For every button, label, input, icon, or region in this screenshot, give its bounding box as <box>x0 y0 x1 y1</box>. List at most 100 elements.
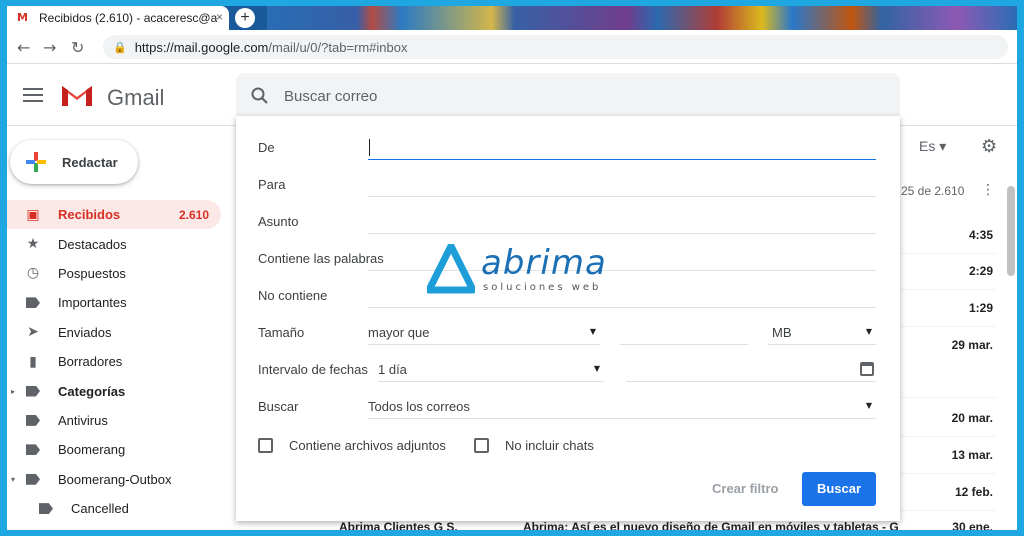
sidebar-item-label: Importantes <box>58 295 127 311</box>
size-unit-value: MB <box>772 325 792 340</box>
draft-icon: ▮ <box>29 353 37 370</box>
collapse-caret-icon[interactable]: ▾ <box>11 475 15 484</box>
dropdown-arrow-icon: ▼ <box>865 327 872 336</box>
date-range-value: 1 día <box>378 362 407 377</box>
sidebar-item-label: Boomerang <box>58 442 126 458</box>
compose-label: Redactar <box>62 154 118 170</box>
mail-date: 30 ene. <box>946 520 993 530</box>
search-in-label: Buscar <box>258 399 299 414</box>
dropdown-arrow-icon: ▼ <box>593 364 600 373</box>
subject-field[interactable] <box>368 210 876 234</box>
compose-button[interactable]: Redactar <box>10 140 138 184</box>
star-icon: ★ <box>26 236 40 253</box>
label-icon <box>24 383 42 399</box>
size-value-field[interactable] <box>620 321 748 345</box>
language-selector[interactable]: Es ▾ <box>919 138 946 155</box>
from-label: De <box>258 140 275 155</box>
mail-date: 2:29 <box>968 264 993 278</box>
from-input[interactable] <box>368 136 876 158</box>
pagination-text: 25 de 2.610 <box>901 184 965 198</box>
search-icon[interactable] <box>250 86 270 106</box>
browser-tab[interactable]: M Recibidos (2.610) - acaceresc@a × <box>7 6 229 30</box>
label-icon <box>24 442 42 458</box>
more-options-icon[interactable]: ⋮ <box>981 182 995 198</box>
date-range-select[interactable]: 1 día ▼ <box>378 358 604 382</box>
sidebar-item-label: Cancelled <box>71 501 129 517</box>
forward-icon[interactable]: → <box>43 38 56 57</box>
nav-list: ▣ Recibidos 2.610 ★ Destacados ◷ Pospues… <box>7 200 229 523</box>
address-bar: ← → ↻ 🔒 https://mail.google.com/mail/u/0… <box>7 30 1017 64</box>
create-filter-button[interactable]: Crear filtro <box>712 481 778 496</box>
clock-icon: ◷ <box>26 265 40 282</box>
sidebar-item-snoozed[interactable]: ◷ Pospuestos <box>7 259 221 288</box>
has-words-label: Contiene las palabras <box>258 251 384 266</box>
tab-title: Recibidos (2.610) - acaceresc@a <box>39 11 218 25</box>
sidebar-item-label: Recibidos <box>58 207 121 223</box>
has-attachment-checkbox[interactable]: Contiene archivos adjuntos <box>258 438 446 453</box>
size-row: Tamaño mayor que ▼ MB ▼ <box>258 321 878 347</box>
mail-row[interactable]: Abrima Clientes G S. Abrima: Así es el n… <box>249 520 997 530</box>
mail-date: 13 mar. <box>951 448 993 462</box>
to-label: Para <box>258 177 286 192</box>
label-icon <box>37 501 55 517</box>
sidebar-item-label: Pospuestos <box>58 265 126 281</box>
sidebar-item-categories[interactable]: ▸ Categorías <box>7 376 221 405</box>
sidebar-item-sent[interactable]: ➤ Enviados <box>7 318 221 347</box>
exclude-chats-checkbox[interactable]: No incluir chats <box>474 438 594 453</box>
sidebar-item-inbox[interactable]: ▣ Recibidos 2.610 <box>7 200 221 230</box>
scrollbar[interactable] <box>1007 186 1015 276</box>
menu-icon[interactable] <box>23 88 43 106</box>
text-cursor <box>369 139 370 156</box>
search-in-row: Buscar Todos los correos ▼ <box>258 395 878 421</box>
date-range-row: Intervalo de fechas 1 día ▼ <box>258 358 878 384</box>
sidebar-item-cancelled[interactable]: Cancelled <box>7 494 221 523</box>
subject-row: Asunto <box>258 210 878 236</box>
date-range-label: Intervalo de fechas <box>258 362 368 377</box>
compose-plus-icon <box>24 150 48 174</box>
reload-icon[interactable]: ↻ <box>71 38 84 57</box>
size-unit-select[interactable]: MB ▼ <box>768 321 876 345</box>
mail-date: 29 mar. <box>951 338 993 352</box>
abrima-wordmark: abrima <box>481 243 607 283</box>
sidebar-item-important[interactable]: Importantes <box>7 288 221 317</box>
to-field[interactable] <box>368 173 876 197</box>
search-button[interactable]: Buscar <box>802 472 876 506</box>
subject-input[interactable] <box>368 210 876 232</box>
dropdown-arrow-icon: ▼ <box>865 401 872 410</box>
from-field[interactable] <box>368 136 876 160</box>
abrima-watermark: abrima soluciones web <box>423 242 623 302</box>
search-in-select[interactable]: Todos los correos ▼ <box>368 395 876 419</box>
subject-label: Asunto <box>258 214 299 229</box>
label-icon <box>24 471 42 487</box>
sidebar-item-label: Enviados <box>58 324 112 340</box>
url-path: /mail/u/0/?tab=rm#inbox <box>268 39 408 55</box>
date-field[interactable] <box>626 358 876 382</box>
to-input[interactable] <box>368 173 876 195</box>
expand-caret-icon[interactable]: ▸ <box>11 387 15 396</box>
sidebar-item-starred[interactable]: ★ Destacados <box>7 229 221 258</box>
sidebar-item-label: Borradores <box>58 354 123 370</box>
search-input[interactable] <box>284 85 844 107</box>
search-bar <box>236 73 900 119</box>
url-field[interactable]: 🔒 https://mail.google.com/mail/u/0/?tab=… <box>103 35 1008 59</box>
gmail-wordmark: Gmail <box>107 85 165 110</box>
back-icon[interactable]: ← <box>17 38 30 57</box>
close-tab-icon[interactable]: × <box>216 10 223 24</box>
sidebar-item-boomerang[interactable]: Boomerang <box>7 435 221 464</box>
checkbox-box[interactable] <box>258 438 273 453</box>
bookmark-thumbnails <box>267 6 1017 30</box>
size-operator-select[interactable]: mayor que ▼ <box>368 321 600 345</box>
sidebar: Redactar ▣ Recibidos 2.610 ★ Destacados … <box>7 126 229 530</box>
sidebar-item-boomerang-outbox[interactable]: ▾ Boomerang-Outbox <box>7 465 221 494</box>
browser-window: M Recibidos (2.610) - acaceresc@a × + ← … <box>7 6 1017 530</box>
gear-icon[interactable]: ⚙ <box>981 136 997 157</box>
size-label: Tamaño <box>258 325 305 340</box>
calendar-icon[interactable] <box>860 362 874 376</box>
new-tab-button[interactable]: + <box>235 8 255 28</box>
mail-date: 12 feb. <box>954 485 993 499</box>
checkbox-box[interactable] <box>474 438 489 453</box>
mail-date: 1:29 <box>968 301 993 315</box>
sidebar-item-drafts[interactable]: ▮ Borradores <box>7 347 221 376</box>
unread-count: 2.610 <box>178 207 209 222</box>
sidebar-item-antivirus[interactable]: Antivirus <box>7 406 221 435</box>
